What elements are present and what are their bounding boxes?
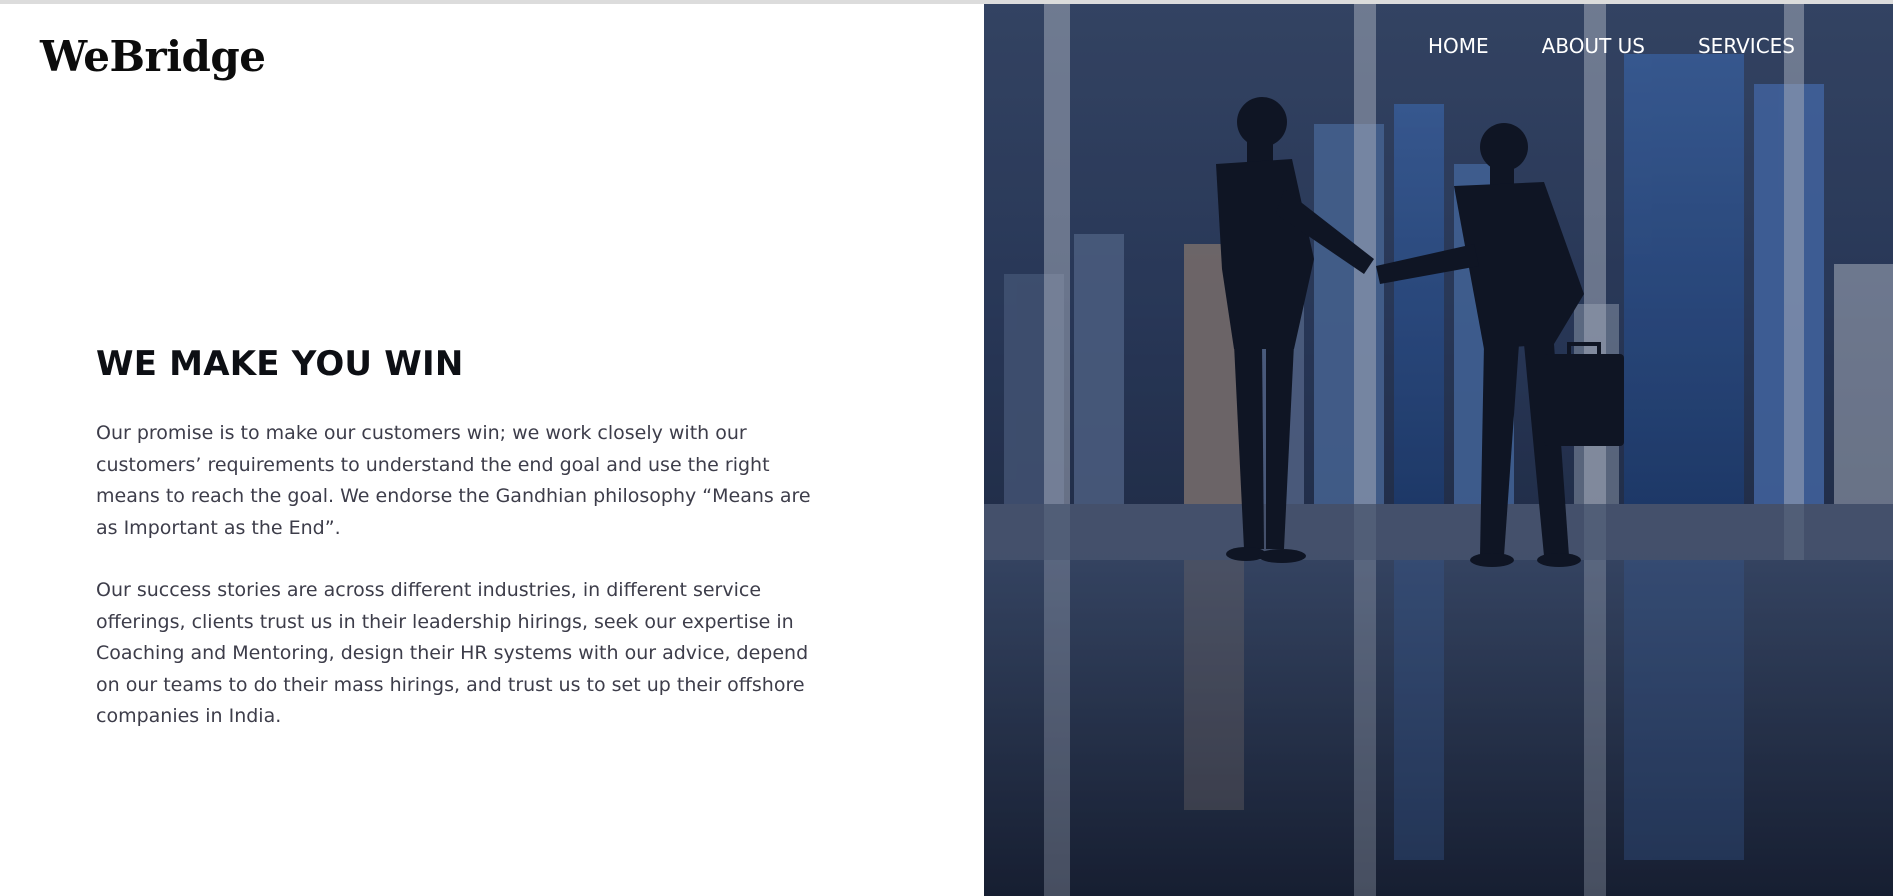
main-navigation: HOME ABOUT US SERVICES [1428,34,1795,58]
content-pane: WeBridge WE MAKE YOU WIN Our promise is … [0,4,984,896]
nav-home[interactable]: HOME [1428,34,1489,58]
brand-logo[interactable]: WeBridge [40,32,266,81]
hero-paragraph-success: Our success stories are across different… [96,579,809,727]
nav-about-us[interactable]: ABOUT US [1542,34,1645,58]
hero-image-pane: HOME ABOUT US SERVICES [984,4,1893,896]
hero-title: WE MAKE YOU WIN [96,344,464,384]
photo-blue-tint [984,4,1893,896]
nav-services[interactable]: SERVICES [1698,34,1795,58]
hero-section: WE MAKE YOU WIN Our promise is to make o… [96,344,826,764]
hero-paragraph-promise: Our promise is to make our customers win… [96,422,811,539]
business-handshake-photo [984,4,1893,896]
